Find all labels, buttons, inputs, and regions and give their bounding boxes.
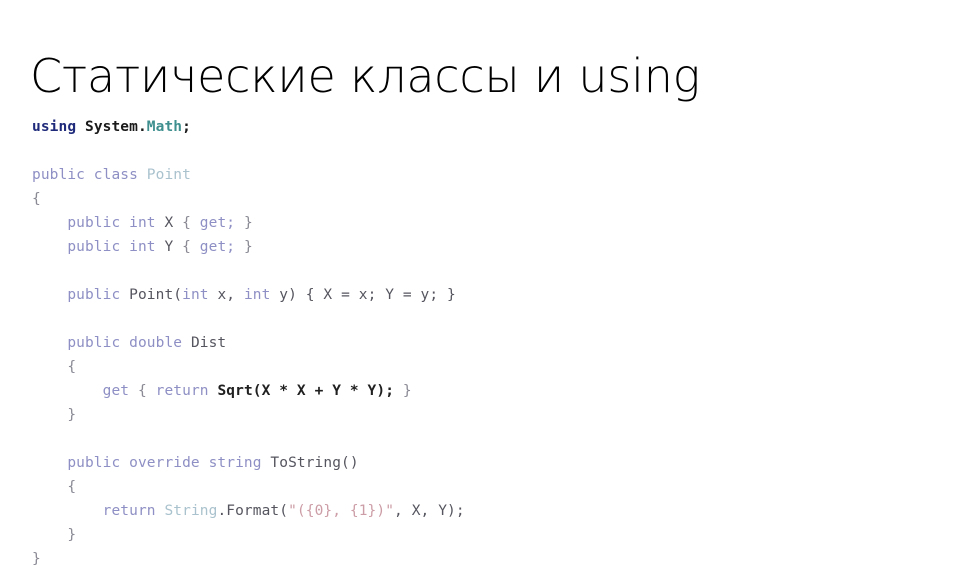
code-token: } xyxy=(235,214,253,231)
code-token: } xyxy=(32,526,77,543)
code-token: X xyxy=(164,214,183,231)
line-blank-1 xyxy=(32,139,922,163)
code-token: y) { X = x; Y = y; } xyxy=(270,286,456,303)
line-class-close-brace: } xyxy=(32,547,922,571)
code-token: public xyxy=(32,286,130,303)
line-tostring-decl: public override string ToString() xyxy=(32,451,922,475)
line-prop-x: public int X { get; } xyxy=(32,211,922,235)
code-token: int xyxy=(243,286,271,303)
code-token: { xyxy=(182,238,200,255)
code-token: { xyxy=(32,190,41,207)
code-token: using xyxy=(32,118,77,135)
line-tostring-close-brace: } xyxy=(32,523,922,547)
code-token: } xyxy=(235,238,253,255)
code-token: Math xyxy=(146,118,183,135)
code-token: { xyxy=(137,382,156,399)
line-using: using System.Math; xyxy=(32,115,922,139)
code-token: } xyxy=(32,406,77,423)
code-token: } xyxy=(32,550,41,567)
code-token: get; xyxy=(199,214,236,231)
code-token: int xyxy=(182,286,209,303)
code-token: { xyxy=(182,214,200,231)
code-token: Sqrt(X * X + Y * Y); xyxy=(217,382,395,399)
line-dist-open-brace: { xyxy=(32,355,922,379)
code-block: using System.Math; public class Point { p… xyxy=(32,115,922,571)
code-token: { xyxy=(32,358,77,375)
code-token: public double xyxy=(32,334,191,351)
code-token: public override string xyxy=(32,454,271,471)
line-class-decl: public class Point xyxy=(32,163,922,187)
code-token: x, xyxy=(208,286,244,303)
code-token: Point( xyxy=(129,286,183,303)
line-dist-close-brace: } xyxy=(32,403,922,427)
code-token: .Format( xyxy=(217,502,289,519)
line-dist-getter: get { return Sqrt(X * X + Y * Y); } xyxy=(32,379,922,403)
page-title: Статические классы и using xyxy=(30,48,701,103)
code-token: , X, Y); xyxy=(394,502,465,519)
line-ctor: public Point(int x, int y) { X = x; Y = … xyxy=(32,283,922,307)
code-token: return xyxy=(32,502,165,519)
code-token: get xyxy=(32,382,138,399)
line-prop-y: public int Y { get; } xyxy=(32,235,922,259)
code-token: String xyxy=(164,502,218,519)
line-blank-3 xyxy=(32,307,922,331)
code-token: get; xyxy=(199,238,236,255)
code-token: Y xyxy=(164,238,183,255)
code-token: ; xyxy=(182,118,191,135)
line-tostring-open-brace: { xyxy=(32,475,922,499)
line-tostring-return: return String.Format("({0}, {1})", X, Y)… xyxy=(32,499,922,523)
code-token: { xyxy=(32,478,77,495)
code-token: } xyxy=(394,382,412,399)
code-token: public int xyxy=(32,214,165,231)
code-token: System. xyxy=(76,118,147,135)
code-token: ToString() xyxy=(270,454,359,471)
line-blank-4 xyxy=(32,427,922,451)
slide-root: Статические классы и using using System.… xyxy=(0,0,960,567)
code-token: public class xyxy=(32,166,147,183)
code-token: public int xyxy=(32,238,165,255)
code-token: "({0}, {1})" xyxy=(288,502,395,519)
code-token: return xyxy=(155,382,218,399)
line-blank-2 xyxy=(32,259,922,283)
line-dist-decl: public double Dist xyxy=(32,331,922,355)
code-token: Point xyxy=(146,166,191,183)
code-token: Dist xyxy=(190,334,227,351)
line-class-open-brace: { xyxy=(32,187,922,211)
